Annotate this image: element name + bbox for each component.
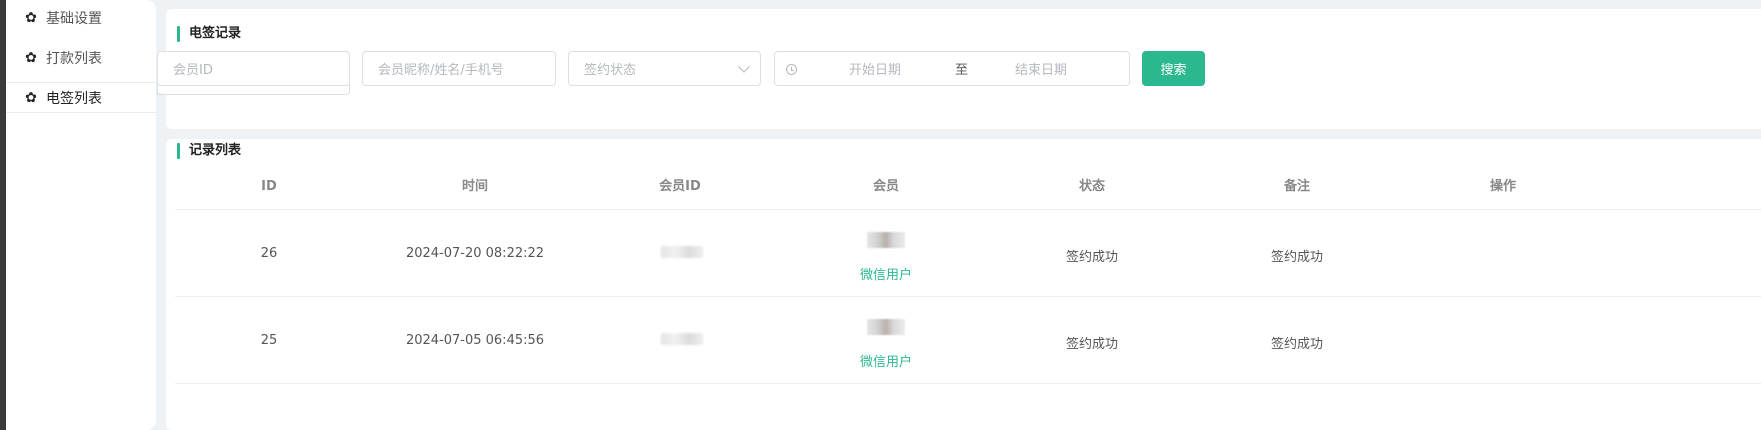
sidebar-item-label: 电签列表 [46,90,102,107]
gear-icon: ✿ [25,10,37,26]
sidebar: ✿ 基础设置 ✿ 打款列表 ✿ 电签列表 [6,0,156,430]
date-end-input[interactable]: 结束日期 [1015,59,1067,78]
avatar [867,319,905,335]
column-header-time: 时间 [461,179,489,194]
row-status: 签约成功 [1065,337,1119,352]
member-name-input[interactable]: 会员昵称/姓名/手机号 [362,51,556,86]
member-name-placeholder: 会员昵称/姓名/手机号 [378,63,504,78]
sidebar-item-payment-list[interactable]: ✿ 打款列表 [6,40,156,76]
date-range-picker[interactable]: 开始日期 至 结束日期 [774,51,1130,86]
records-table: ID 时间 会员ID 会员 状态 备注 操作 26 2024-07-20 08:… [175,175,1761,384]
search-button[interactable]: 搜索 [1142,51,1205,86]
gear-icon: ✿ [25,89,37,106]
table-row: 25 2024-07-05 06:45:56 微信用户 签约成功 签约成功 [175,297,1761,384]
row-status: 签约成功 [1065,250,1119,265]
records-card-title: 记录列表 [177,143,241,159]
member-id-placeholder: 会员ID [173,63,213,78]
sidebar-item-basic-settings[interactable]: ✿ 基础设置 [6,0,156,36]
clock-icon [786,64,797,75]
records-card: 记录列表 ID 时间 会员ID 会员 状态 备注 操作 26 2024-07-2… [166,139,1761,430]
row-time: 2024-07-20 08:22:22 [405,246,545,261]
row-id: 26 [260,246,278,261]
chevron-down-icon [738,61,750,73]
row-note: 签约成功 [1270,337,1324,352]
status-placeholder: 签约状态 [584,63,637,78]
row-member-type: 微信用户 [859,355,913,370]
date-start-input[interactable]: 开始日期 [849,59,901,78]
member-id-input[interactable]: 会员ID [157,51,350,86]
row-member-id-redacted [661,333,703,345]
table-header: ID 时间 会员ID 会员 状态 备注 操作 [175,175,1761,210]
sidebar-item-label: 基础设置 [46,11,102,27]
row-id: 25 [260,333,278,348]
row-time: 2024-07-05 06:45:56 [405,333,545,348]
column-header-actions: 操作 [1489,179,1517,194]
sidebar-item-esign-list[interactable]: ✿ 电签列表 [6,82,156,113]
date-separator: 至 [955,63,969,78]
gear-icon: ✿ [25,50,37,66]
search-card-title: 电签记录 [177,26,241,42]
column-header-member: 会员 [872,179,900,194]
avatar [867,232,905,248]
row-member-type: 微信用户 [859,268,913,283]
column-header-member-id: 会员ID [659,179,701,194]
row-note: 签约成功 [1270,250,1324,265]
status-select[interactable]: 签约状态 [568,51,761,86]
column-header-note: 备注 [1283,179,1311,194]
row-member-id-redacted [661,246,703,258]
column-header-status: 状态 [1078,179,1106,194]
table-row: 26 2024-07-20 08:22:22 微信用户 签约成功 签约成功 [175,210,1761,297]
column-header-id: ID [261,179,277,194]
sidebar-item-label: 打款列表 [46,51,102,67]
